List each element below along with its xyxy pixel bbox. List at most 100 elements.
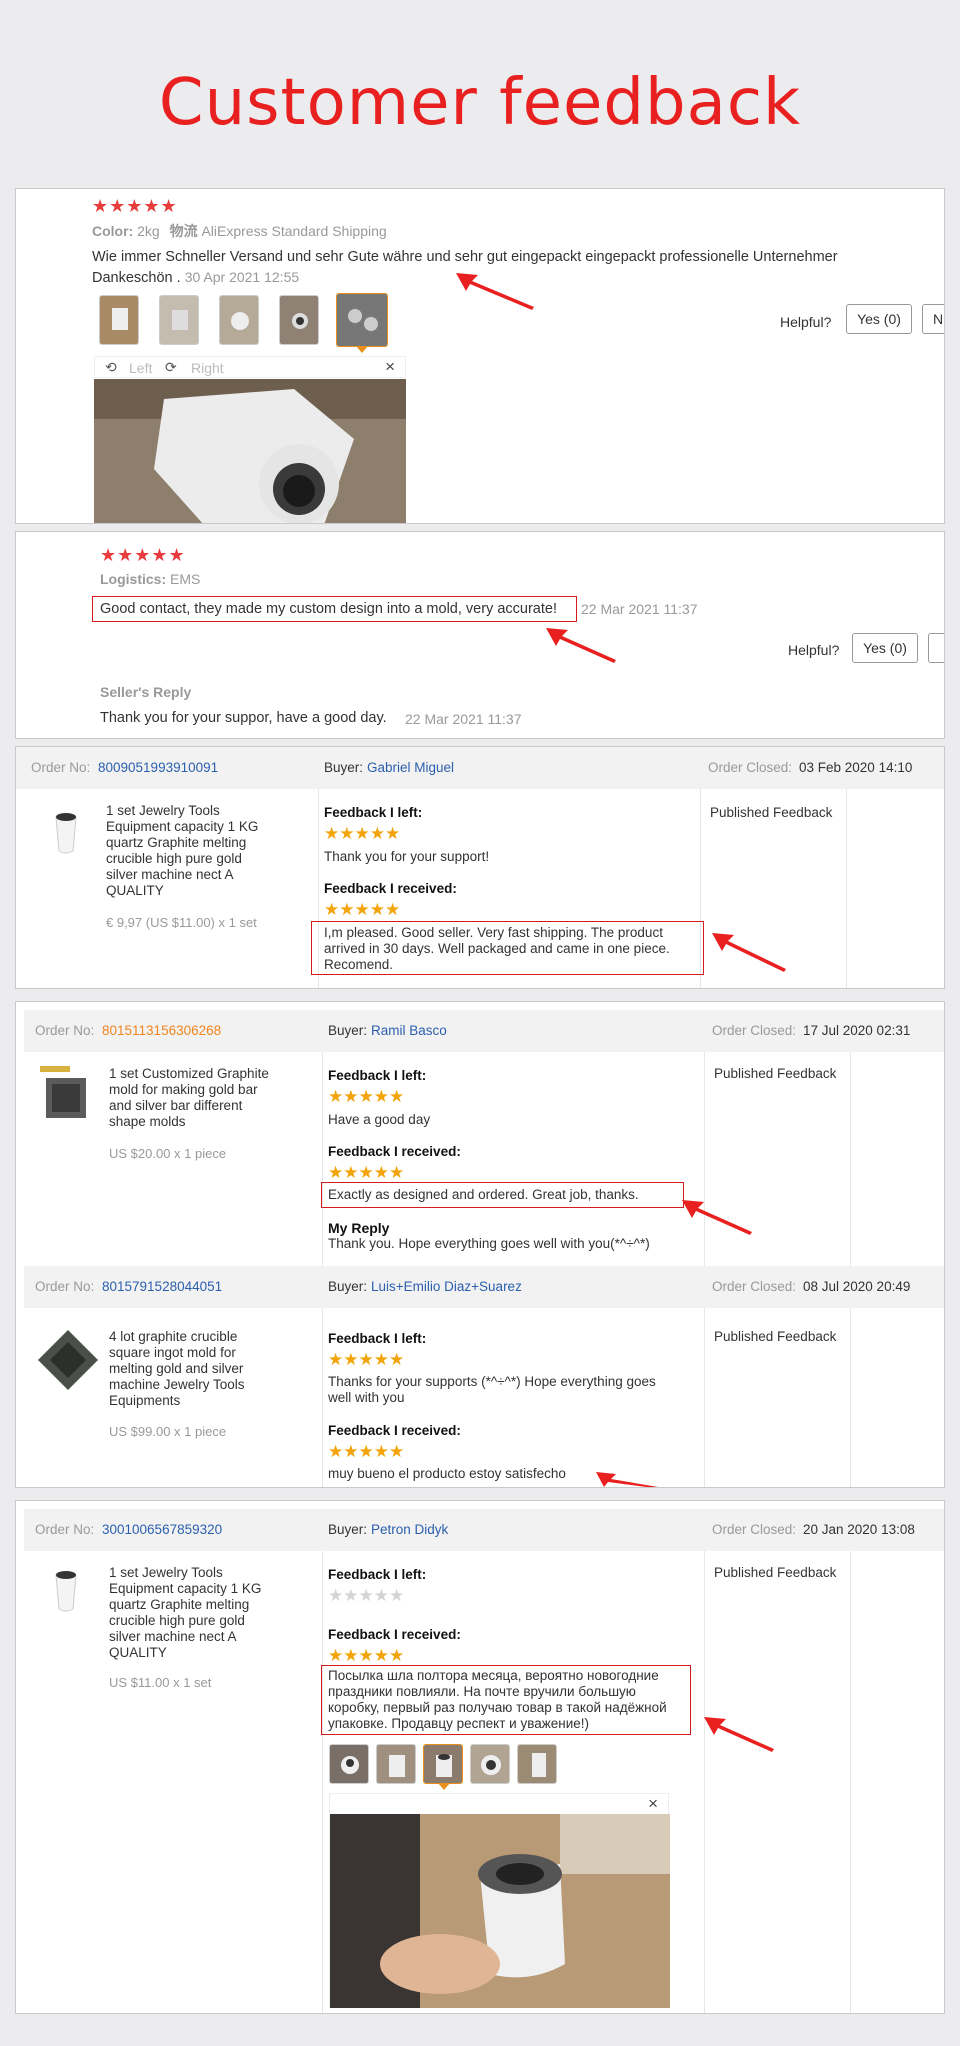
review-photo-thumb[interactable] [219,295,259,345]
published-feedback: Published Feedback [714,1066,837,1081]
rotate-left-icon[interactable]: ⟲ [105,359,117,376]
product-image[interactable] [38,807,94,863]
rotate-left-label[interactable]: Left [129,360,152,376]
feedback-left-label: Feedback I left: [328,1068,427,1083]
order-header: Order No: 3001006567859320 Buyer: Petron… [24,1509,944,1551]
published-feedback: Published Feedback [714,1565,837,1580]
order-closed-label: Order Closed: [712,1279,797,1294]
review-text: Good contact, they made my custom design… [100,601,557,617]
review-photo-thumb[interactable] [99,295,139,345]
close-icon[interactable]: × [385,357,395,377]
order-card: Order No: 8009051993910091 Buyer: Gabrie… [15,746,945,989]
feedback-left-text: Have a good day [328,1112,431,1127]
helpful-yes-button[interactable]: Yes (0) [846,304,912,334]
product-price: US $11.00 x 1 set [109,1675,212,1690]
helpful-no-button[interactable]: N [922,304,944,334]
product-title-link[interactable]: 1 set Jewelry Tools Equipment capacity 1 … [109,1565,299,1661]
my-reply-label: My Reply [328,1220,390,1236]
feedback-received-label: Feedback I received: [324,881,457,896]
my-reply-text: Thank you. Hope everything goes well wit… [328,1236,650,1251]
product-title-link[interactable]: 1 set Jewelry Tools Equipment capacity 1 … [106,803,296,899]
review-date: 22 Mar 2021 11:37 [581,601,698,617]
order-closed-date: 17 Jul 2020 02:31 [803,1023,911,1038]
shipping-label: 物流 [169,223,198,239]
review-photo-thumb-selected[interactable] [423,1744,463,1784]
review-photo-thumb[interactable] [159,295,199,345]
product-title-link[interactable]: 1 set Customized Graphite mold for making… [109,1066,299,1130]
order-header: Order No: 8015113156306268 Buyer: Ramil … [24,1010,944,1052]
rotate-right-label[interactable]: Right [191,360,224,376]
product-image[interactable] [36,1066,92,1122]
annotation-arrow [456,273,534,310]
review-photo-thumb[interactable] [517,1744,557,1784]
close-icon[interactable]: × [648,1794,658,1814]
color-label: Color: [92,223,134,239]
orders-panel: Order No: 8015113156306268 Buyer: Ramil … [15,1001,945,1488]
order-card: Order No: 3001006567859320 Buyer: Petron… [15,1500,945,2014]
feedback-left-label: Feedback I left: [328,1567,427,1582]
rotate-right-icon[interactable]: ⟳ [165,359,177,376]
buyer-link[interactable]: Petron Didyk [371,1522,448,1537]
order-no-link[interactable]: 3001006567859320 [102,1522,222,1537]
review-photo-large [94,379,406,523]
published-feedback: Published Feedback [714,1329,837,1344]
review-photo-thumb-selected[interactable] [336,293,388,347]
rating-stars: ★★★★★ [324,824,401,843]
product-price: US $20.00 x 1 piece [109,1146,227,1161]
rating-stars: ★★★★★ [328,1442,405,1461]
annotation-arrow [596,1472,659,1487]
order-closed-date: 03 Feb 2020 14:10 [799,760,913,775]
rating-stars-empty: ★★★★★ [328,1586,405,1605]
buyer-label: Buyer: [328,1279,368,1294]
helpful-yes-button[interactable]: Yes (0) [852,633,918,663]
selected-pointer-icon [356,346,368,353]
order-header: Order No: 8009051993910091 Buyer: Gabrie… [16,747,944,789]
review-date: 30 Apr 2021 12:55 [184,269,300,285]
buyer-link[interactable]: Gabriel Miguel [367,760,454,775]
buyer-label: Buyer: [328,1023,368,1038]
feedback-received-label: Feedback I received: [328,1627,461,1642]
feedback-left-text: Thank you for your support! [324,849,490,864]
feedback-left-label: Feedback I left: [328,1331,427,1346]
buyer-label: Buyer: [328,1522,368,1537]
annotation-arrow [682,1200,752,1235]
review-photo-large [330,1814,670,2008]
order-no-link[interactable]: 8015791528044051 [102,1279,222,1294]
product-title-link[interactable]: 4 lot graphite crucible square ingot mold… [109,1329,299,1409]
order-closed-label: Order Closed: [712,1522,797,1537]
buyer-link[interactable]: Ramil Basco [371,1023,447,1038]
review-photo-thumb[interactable] [329,1744,369,1784]
feedback-left-text: Thanks for your supports (*^÷^*) Hope ev… [328,1374,656,1405]
product-price: US $99.00 x 1 piece [109,1424,227,1439]
page-title: Customer feedback [158,66,802,140]
rating-stars: ★★★★★ [328,1350,405,1369]
order-closed-label: Order Closed: [712,1023,797,1038]
review-card-2: ★★★★★ Logistics: EMS Good contact, they … [15,531,945,739]
seller-reply-date: 22 Mar 2021 11:37 [405,711,522,727]
helpful-no-button[interactable] [928,633,944,663]
review-photo-thumb[interactable] [376,1744,416,1784]
order-no-link[interactable]: 8015113156306268 [102,1023,221,1038]
product-image[interactable] [36,1328,100,1392]
feedback-left-label: Feedback I left: [324,805,423,820]
rating-stars: ★★★★★ [100,545,186,565]
buyer-label: Buyer: [324,760,364,775]
buyer-link[interactable]: Luis+Emilio Diaz+Suarez [371,1279,522,1294]
review-card-1: ★★★★★ Color: 2kg 物流 AliExpress Standard … [15,188,945,524]
feedback-received-label: Feedback I received: [328,1144,461,1159]
order-closed-date: 08 Jul 2020 20:49 [803,1279,911,1294]
review-photo-thumb[interactable] [279,295,319,345]
feedback-received-text: Exactly as designed and ordered. Great j… [328,1187,639,1202]
review-photo-thumb[interactable] [470,1744,510,1784]
order-no-label: Order No: [35,1023,95,1038]
helpful-label: Helpful? [780,314,832,330]
published-feedback: Published Feedback [710,805,833,820]
rating-stars: ★★★★★ [324,900,401,919]
feedback-received-label: Feedback I received: [328,1423,461,1438]
order-no-link[interactable]: 8009051993910091 [98,760,218,775]
feedback-received-text: I,m pleased. Good seller. Very fast ship… [324,925,670,972]
order-no-label: Order No: [35,1522,95,1537]
shipping-value: AliExpress Standard Shipping [201,223,387,239]
product-image[interactable] [38,1565,94,1621]
annotation-arrow [704,1717,774,1752]
